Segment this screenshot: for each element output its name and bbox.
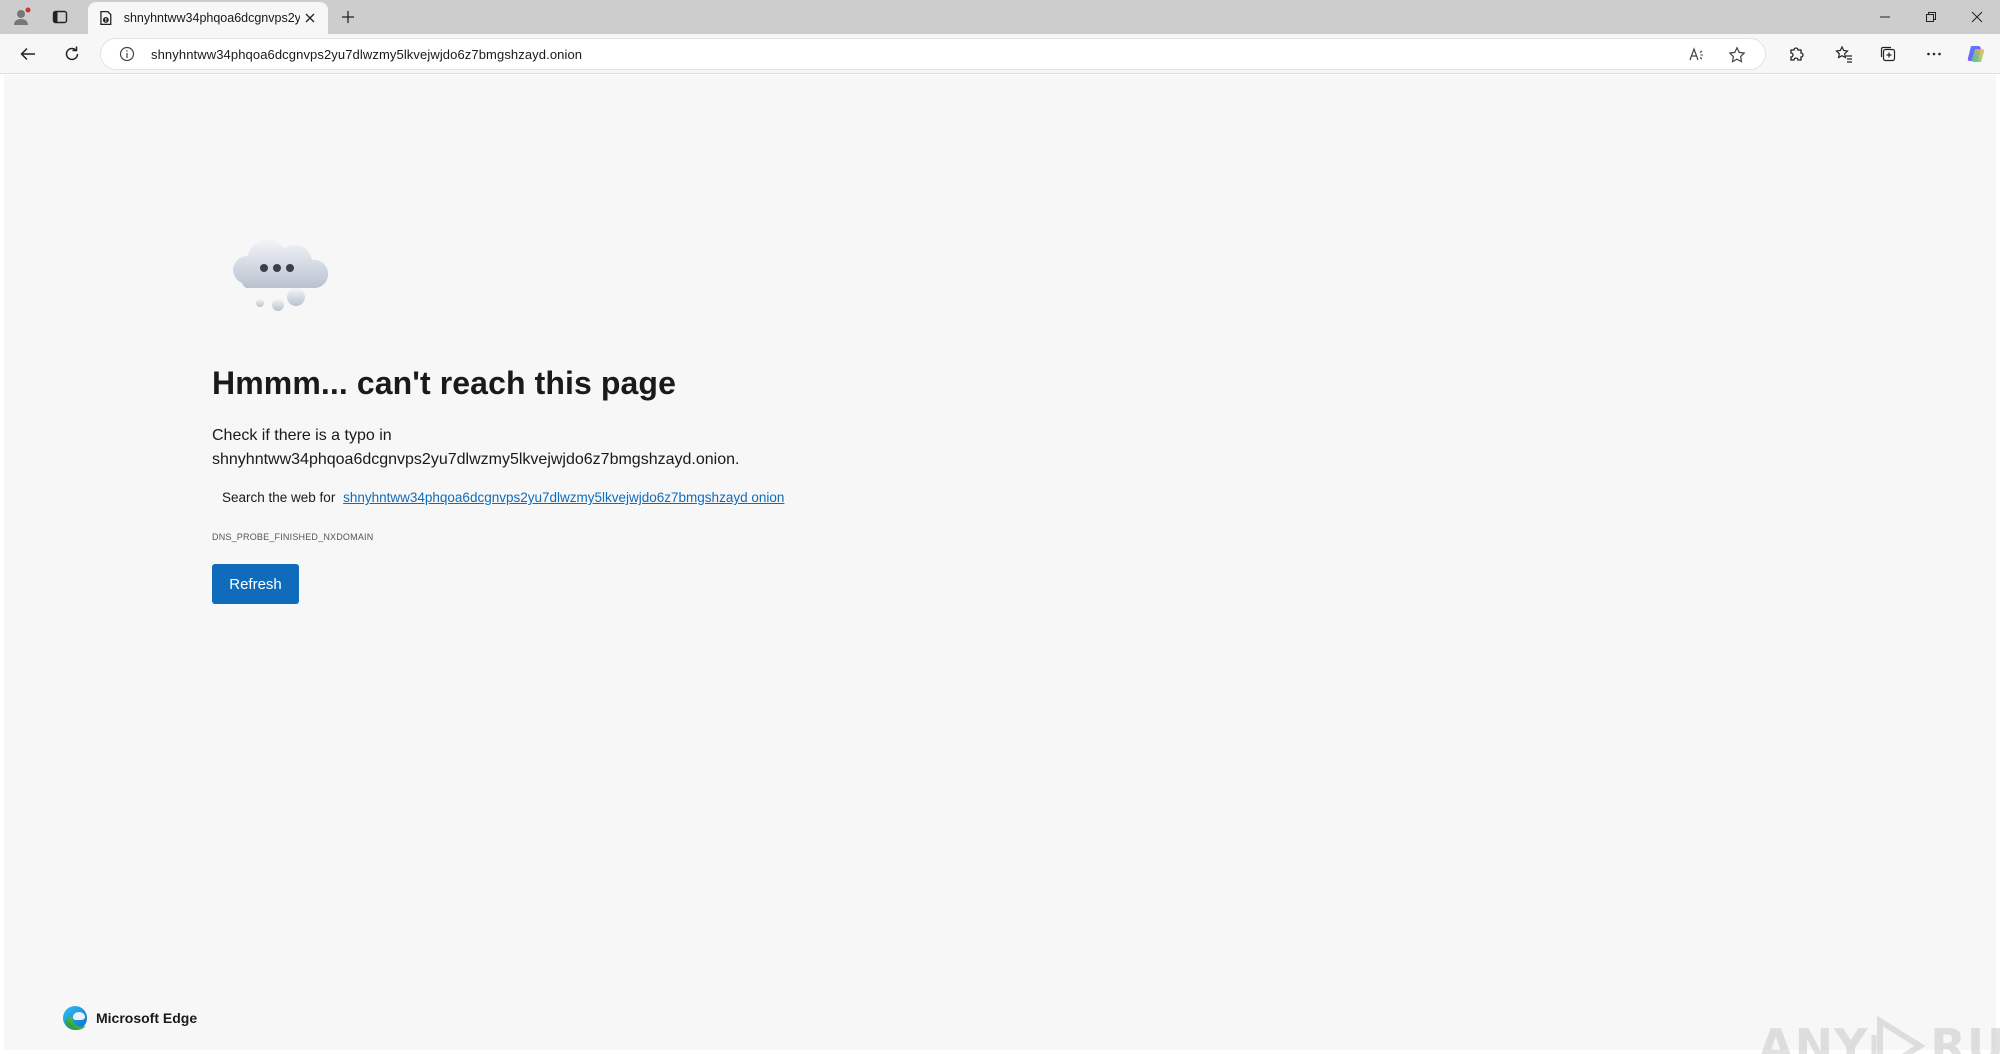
favorites-button[interactable] xyxy=(1828,38,1860,70)
close-window-button[interactable] xyxy=(1954,0,2000,34)
edge-brand-label: Microsoft Edge xyxy=(96,1010,198,1026)
tab-strip: shnyhntww34phqoa6dcgnvps2yu7dlwzmy5lkvej… xyxy=(0,0,2000,34)
read-aloud-icon xyxy=(1689,47,1703,61)
tab-active[interactable]: shnyhntww34phqoa6dcgnvps2yu7dlwzmy5lkvej… xyxy=(88,2,328,34)
error-message-url: shnyhntww34phqoa6dcgnvps2yu7dlwzmy5lkvej… xyxy=(212,451,740,468)
refresh-toolbar-button[interactable] xyxy=(56,38,88,70)
refresh-icon xyxy=(65,46,79,61)
plus-icon xyxy=(342,11,354,23)
tab-actions-icon xyxy=(52,10,68,24)
profile-icon xyxy=(14,7,31,25)
extensions-button[interactable] xyxy=(1780,38,1812,70)
copilot-button[interactable] xyxy=(1960,38,1992,70)
error-page: Hmmm... can't reach this page Check if t… xyxy=(4,75,2000,1054)
back-button[interactable] xyxy=(12,38,44,70)
read-aloud-button[interactable] xyxy=(1677,39,1717,71)
page-error-icon xyxy=(100,10,112,26)
back-arrow-icon xyxy=(20,47,35,61)
cloud-thinking-icon xyxy=(233,239,329,311)
search-suggestion: Search the web for shnyhntww34phqoa6dcgn… xyxy=(222,490,784,505)
play-logo-icon xyxy=(1871,1015,1927,1054)
url-text[interactable]: shnyhntww34phqoa6dcgnvps2yu7dlwzmy5lkvej… xyxy=(151,47,582,62)
collections-icon xyxy=(1880,46,1896,62)
window-controls xyxy=(1862,0,2000,34)
tab-title: shnyhntww34phqoa6dcgnvps2yu7dlwzmy5lkvej… xyxy=(123,11,301,25)
profile-button[interactable] xyxy=(4,3,40,31)
refresh-button[interactable]: Refresh xyxy=(212,564,299,604)
collections-button[interactable] xyxy=(1872,38,1904,70)
browser-window: shnyhntww34phqoa6dcgnvps2yu7dlwzmy5lkvej… xyxy=(0,0,2000,1054)
watermark-text-right: RUN xyxy=(1930,1019,2000,1054)
anyrun-watermark: ANY RUN xyxy=(1758,1015,2000,1054)
info-icon xyxy=(119,46,135,62)
error-message-line1: Check if there is a typo in xyxy=(212,427,392,444)
watermark-text-left: ANY xyxy=(1758,1019,1869,1054)
restore-icon xyxy=(1926,12,1936,22)
search-prefix: Search the web for xyxy=(222,490,336,505)
copilot-icon xyxy=(1967,46,1985,62)
toolbar: shnyhntww34phqoa6dcgnvps2yu7dlwzmy5lkvej… xyxy=(0,34,2000,74)
minimize-icon xyxy=(1880,16,1890,18)
close-icon xyxy=(305,13,315,23)
site-info-button[interactable] xyxy=(107,38,147,70)
favorites-list-icon xyxy=(1835,45,1852,63)
edge-branding: Microsoft Edge xyxy=(62,1005,197,1031)
restore-button[interactable] xyxy=(1908,0,1954,34)
settings-more-button[interactable] xyxy=(1918,38,1950,70)
error-title: Hmmm... can't reach this page xyxy=(212,365,676,401)
star-icon xyxy=(1728,46,1746,63)
close-window-icon xyxy=(1971,11,1983,23)
more-dots-icon xyxy=(1927,52,1941,56)
new-tab-button[interactable] xyxy=(332,3,364,31)
edge-logo-icon xyxy=(63,1006,87,1030)
error-code: DNS_PROBE_FINISHED_NXDOMAIN xyxy=(212,532,374,542)
tab-close-button[interactable] xyxy=(300,8,320,28)
minimize-button[interactable] xyxy=(1862,0,1908,34)
puzzle-icon xyxy=(1790,47,1804,61)
favorite-button[interactable] xyxy=(1717,39,1757,71)
search-web-link[interactable]: shnyhntww34phqoa6dcgnvps2yu7dlwzmy5lkvej… xyxy=(343,490,784,505)
address-bar[interactable]: shnyhntww34phqoa6dcgnvps2yu7dlwzmy5lkvej… xyxy=(100,38,1766,70)
address-bar-actions xyxy=(1677,39,1757,71)
tab-actions-button[interactable] xyxy=(42,3,78,31)
